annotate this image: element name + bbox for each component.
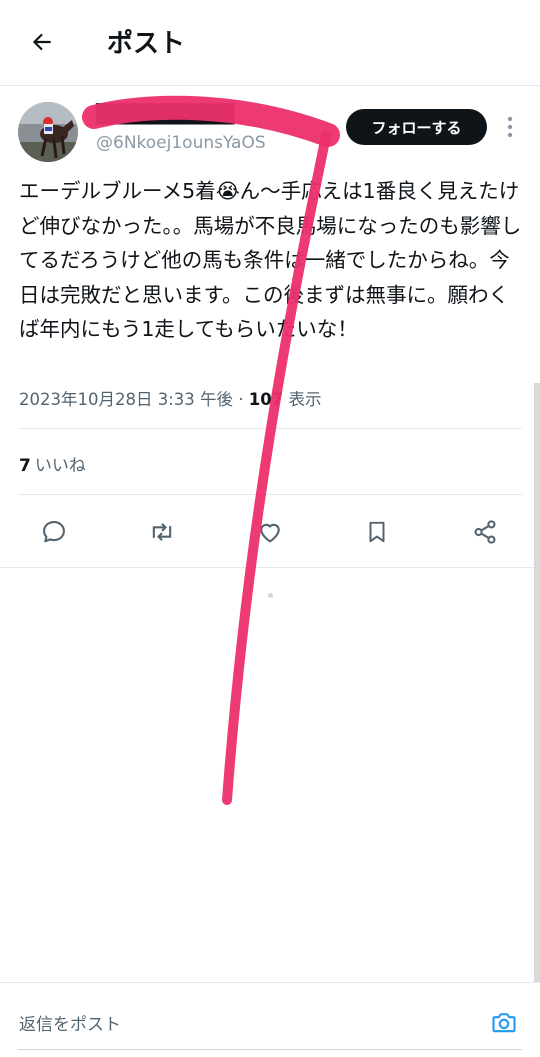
camera-button[interactable] [486,1005,522,1041]
reply-input[interactable]: 返信をポスト [19,1010,121,1035]
post-meta: 2023年10月28日 3:33 午後 · 107 表示 [19,386,321,410]
like-button[interactable] [250,512,290,552]
arrow-left-icon [32,33,51,51]
loading-indicator [268,593,273,598]
page-title: ポスト [107,29,186,59]
likes-label: いいね [34,456,86,476]
reply-underline [18,1049,522,1050]
user-handle[interactable]: @6Nkoej1ounsYaOS [96,133,266,153]
display-name[interactable]: ██████████ [96,104,234,125]
share-button[interactable] [465,512,505,552]
bookmark-button[interactable] [357,512,397,552]
bookmark-icon [369,521,385,543]
view-count: 107 [248,390,284,409]
top-bar: ポスト [0,0,540,86]
share-icon [474,520,496,544]
repost-button[interactable] [142,512,182,552]
avatar[interactable] [18,102,78,162]
likes-summary[interactable]: 7 いいね [19,451,86,476]
reply-icon [43,521,65,543]
camera-icon [492,1013,516,1033]
like-icon [260,523,280,543]
more-vertical-icon [507,116,513,138]
post-text: エーデルブルーメ5着😭ん〜手応えは1番良く見えたけど伸びなかった。。馬場が不良馬… [19,179,522,341]
repost-icon [152,523,172,541]
divider [0,567,540,568]
post-timestamp[interactable]: 2023年10月28日 3:33 午後 [19,390,233,409]
more-options-button[interactable] [498,112,522,142]
divider [18,428,522,429]
follow-button[interactable]: フォローする [346,109,487,145]
reply-button[interactable] [34,512,74,552]
likes-count: 7 [19,456,31,476]
views-label: 表示 [288,390,322,409]
scrollbar[interactable] [534,383,540,983]
meta-separator: · [238,390,244,409]
divider [18,494,522,495]
reply-composer: 返信をポスト [0,982,540,1057]
back-button[interactable] [22,22,62,62]
